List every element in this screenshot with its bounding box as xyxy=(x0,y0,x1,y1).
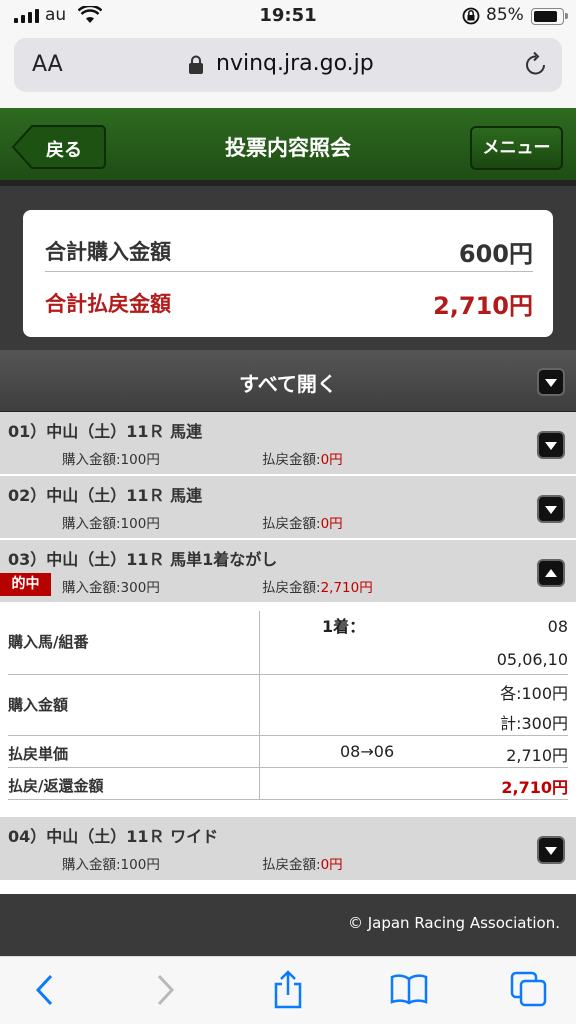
share-icon[interactable] xyxy=(272,969,304,1009)
text-size-button[interactable]: AA xyxy=(32,52,63,77)
bet-row[interactable]: 04）中山（土）11Ｒ ワイド 購入金額:100円 払戻金額:0円 xyxy=(0,817,576,881)
forward-chevron-icon[interactable] xyxy=(154,973,176,1007)
bet-purchase: 購入金額:100円 xyxy=(62,516,160,532)
bet-payout-value: 0円 xyxy=(320,857,343,873)
bet-payout: 払戻金額:0円 xyxy=(262,853,343,873)
bet-payout-label: 払戻金額: xyxy=(262,857,321,873)
row-divider xyxy=(8,735,568,736)
unit-payout-value: 2,710円 xyxy=(506,746,568,765)
url-text[interactable]: nvinq.jra.go.jp xyxy=(216,51,374,76)
rotation-lock-icon xyxy=(462,7,480,25)
status-bar: au 19:51 85% xyxy=(0,0,576,32)
page-header: 戻る 投票内容照会 メニュー xyxy=(0,108,576,186)
bet-payout: 払戻金額:0円 xyxy=(262,448,343,468)
column-divider xyxy=(259,611,260,799)
total-payout-label: 合計払戻金額 xyxy=(45,292,171,316)
first-place-value: 08 xyxy=(547,617,568,636)
battery-icon xyxy=(531,8,568,25)
open-all-bar[interactable]: すべて開く xyxy=(0,350,576,412)
bet-row[interactable]: 01）中山（土）11Ｒ 馬連 購入金額:100円 払戻金額:0円 xyxy=(0,412,576,475)
unit-payout-combo: 08→06 xyxy=(340,742,395,761)
collapse-toggle-icon[interactable] xyxy=(537,559,565,587)
page-footer: © Japan Racing Association. xyxy=(0,894,576,956)
summary-section: 合計購入金額 600円 合計払戻金額 2,710円 xyxy=(0,186,576,350)
address-bar[interactable]: AA nvinq.jra.go.jp xyxy=(14,38,562,92)
bet-title: 02）中山（土）11Ｒ 馬連 xyxy=(8,486,203,505)
total-payout-row: 合計払戻金額 2,710円 xyxy=(45,274,533,324)
reload-icon[interactable] xyxy=(524,51,548,77)
bet-payout-label: 払戻金額: xyxy=(262,516,321,532)
total-purchase-label: 合計購入金額 xyxy=(45,240,171,264)
bet-row[interactable]: 03）中山（土）11Ｒ 馬単1着ながし 的中 購入金額:300円 払戻金額:2,… xyxy=(0,540,576,603)
amount-each: 各:100円 xyxy=(500,684,568,703)
browser-chrome: AA nvinq.jra.go.jp xyxy=(0,32,576,108)
browser-toolbar xyxy=(0,956,576,1024)
bet-title: 04）中山（土）11Ｒ ワイド xyxy=(8,827,219,846)
expand-all-toggle-icon[interactable] xyxy=(537,368,565,396)
row-divider xyxy=(8,767,568,768)
bet-detail-table: 購入馬/組番 1着： 08 05,06,10 購入金額 各:100円 計:300… xyxy=(0,605,576,817)
refund-value: 2,710円 xyxy=(501,778,568,797)
total-purchase-value: 600円 xyxy=(458,240,533,268)
bet-row[interactable]: 02）中山（土）11Ｒ 馬連 購入金額:100円 払戻金額:0円 xyxy=(0,476,576,539)
refund-label: 払戻/返還金額 xyxy=(8,777,104,795)
total-purchase-row: 合計購入金額 600円 xyxy=(45,222,533,272)
amount-label: 購入金額 xyxy=(8,696,69,714)
hit-badge: 的中 xyxy=(0,573,51,596)
bet-payout-value: 2,710円 xyxy=(320,580,373,596)
expand-toggle-icon[interactable] xyxy=(537,431,565,459)
bet-title: 03）中山（土）11Ｒ 馬単1着ながし xyxy=(8,550,278,569)
total-payout-value: 2,710円 xyxy=(433,292,533,320)
open-all-label: すべて開く xyxy=(239,372,337,396)
copyright-text: © Japan Racing Association. xyxy=(347,914,560,932)
first-place-label: 1着： xyxy=(322,617,366,636)
bet-payout-value: 0円 xyxy=(320,452,343,468)
row-divider xyxy=(8,674,568,675)
unit-payout-label: 払戻単価 xyxy=(8,745,69,763)
expand-toggle-icon[interactable] xyxy=(537,836,565,864)
summary-box: 合計購入金額 600円 合計払戻金額 2,710円 xyxy=(23,210,553,337)
bet-payout: 払戻金額:0円 xyxy=(262,512,343,532)
battery-percent: 85% xyxy=(486,5,524,25)
second-place-value: 05,06,10 xyxy=(496,650,568,669)
bet-payout: 払戻金額:2,710円 xyxy=(262,576,373,596)
bet-payout-label: 払戻金額: xyxy=(262,452,321,468)
bet-payout-value: 0円 xyxy=(320,516,343,532)
bet-title: 01）中山（土）11Ｒ 馬連 xyxy=(8,422,203,441)
horses-label: 購入馬/組番 xyxy=(8,633,89,651)
expand-toggle-icon[interactable] xyxy=(537,495,565,523)
bet-purchase: 購入金額:100円 xyxy=(62,452,160,468)
lock-icon xyxy=(189,55,203,74)
row-divider xyxy=(8,799,568,800)
bookmarks-icon[interactable] xyxy=(390,973,428,1005)
bet-payout-label: 払戻金額: xyxy=(262,580,321,596)
tabs-icon[interactable] xyxy=(510,971,548,1007)
bet-purchase: 購入金額:300円 xyxy=(62,580,160,596)
bet-purchase: 購入金額:100円 xyxy=(62,857,160,873)
menu-button[interactable]: メニュー xyxy=(470,126,563,170)
amount-total: 計:300円 xyxy=(500,714,568,733)
back-chevron-icon[interactable] xyxy=(34,973,56,1007)
